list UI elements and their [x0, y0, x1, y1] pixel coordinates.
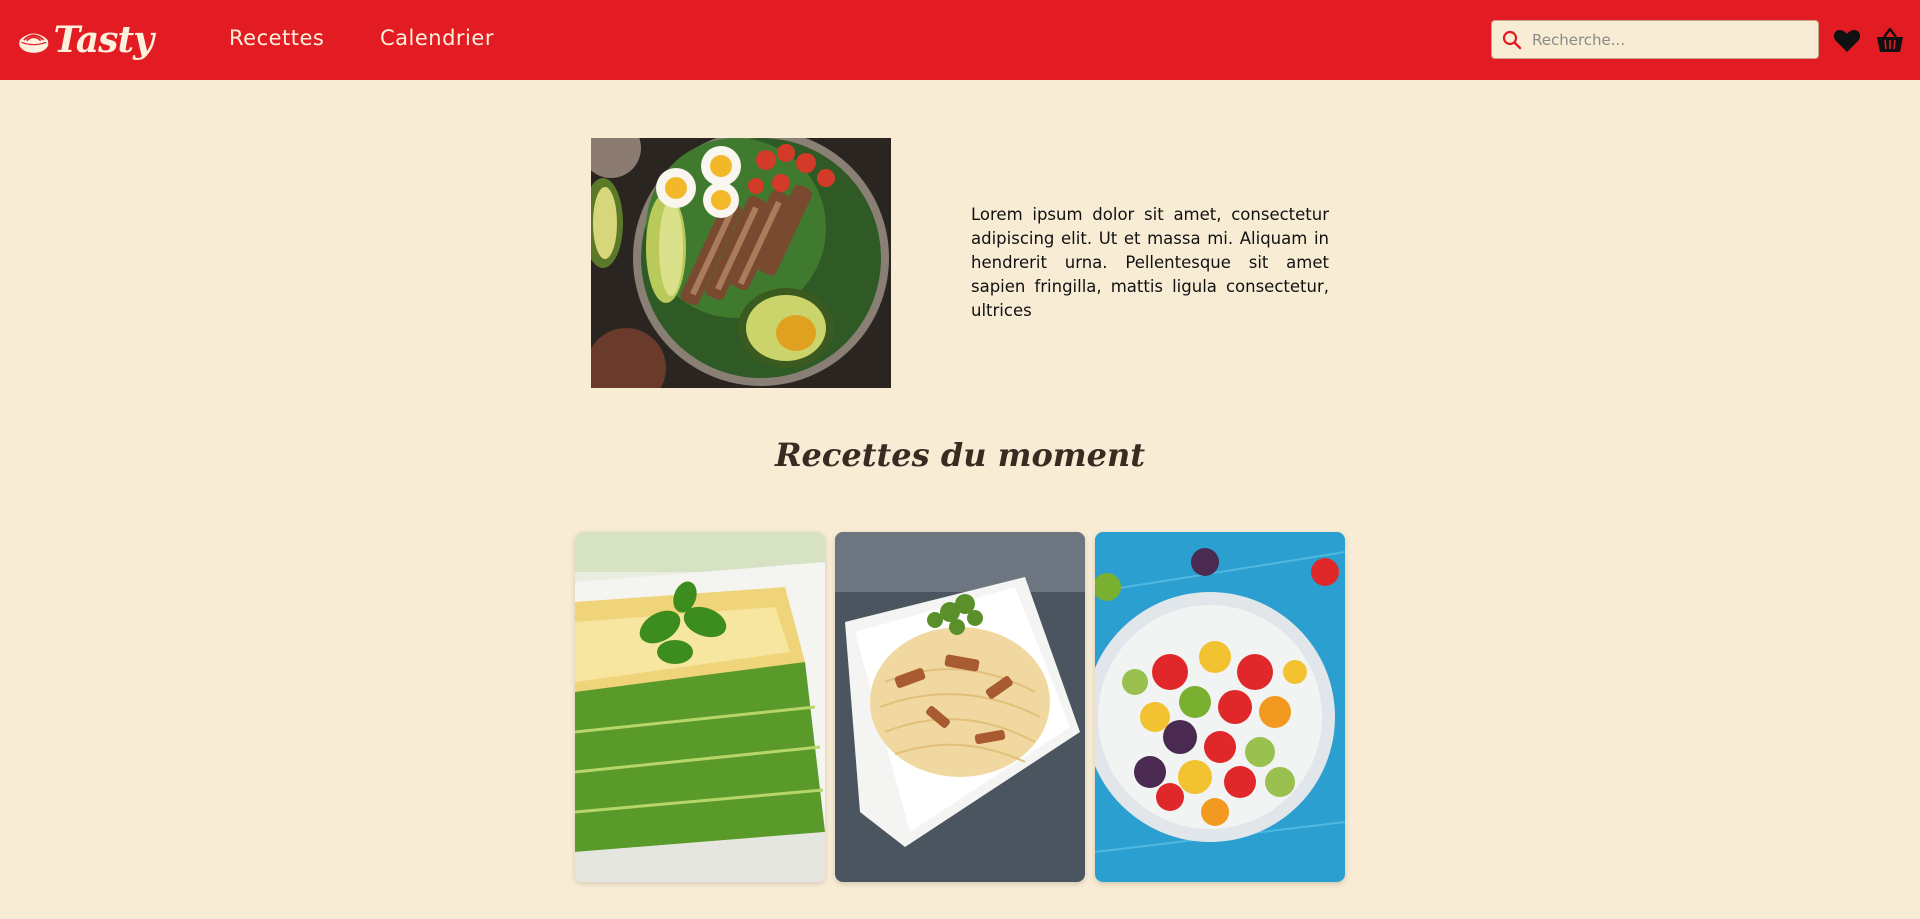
hero-description: Lorem ipsum dolor sit amet, consectetur … — [971, 205, 1329, 320]
heart-icon[interactable] — [1833, 27, 1861, 53]
logo-text: Tasty — [53, 19, 154, 61]
bowl-logo-icon — [19, 33, 49, 53]
search-bar[interactable] — [1491, 20, 1819, 59]
nav-recettes[interactable]: Recettes — [229, 26, 324, 50]
recipe-card-fruit-salad[interactable] — [1095, 532, 1345, 882]
nav-calendrier[interactable]: Calendrier — [380, 26, 494, 50]
section-title: Recettes du moment — [774, 436, 1146, 474]
recipe-card-carbonara[interactable] — [835, 532, 1085, 882]
fruit-salad-image — [1095, 532, 1345, 882]
search-icon — [1502, 30, 1522, 49]
carbonara-image — [835, 532, 1085, 882]
search-input[interactable] — [1532, 30, 1812, 49]
recipe-card-lasagna[interactable] — [575, 532, 825, 882]
lasagna-image — [575, 532, 825, 882]
top-navbar: Tasty Recettes Calendrier — [0, 0, 1920, 80]
logo[interactable]: Tasty — [18, 16, 154, 64]
salad-bowl-image — [591, 138, 891, 388]
basket-icon[interactable] — [1876, 27, 1904, 53]
